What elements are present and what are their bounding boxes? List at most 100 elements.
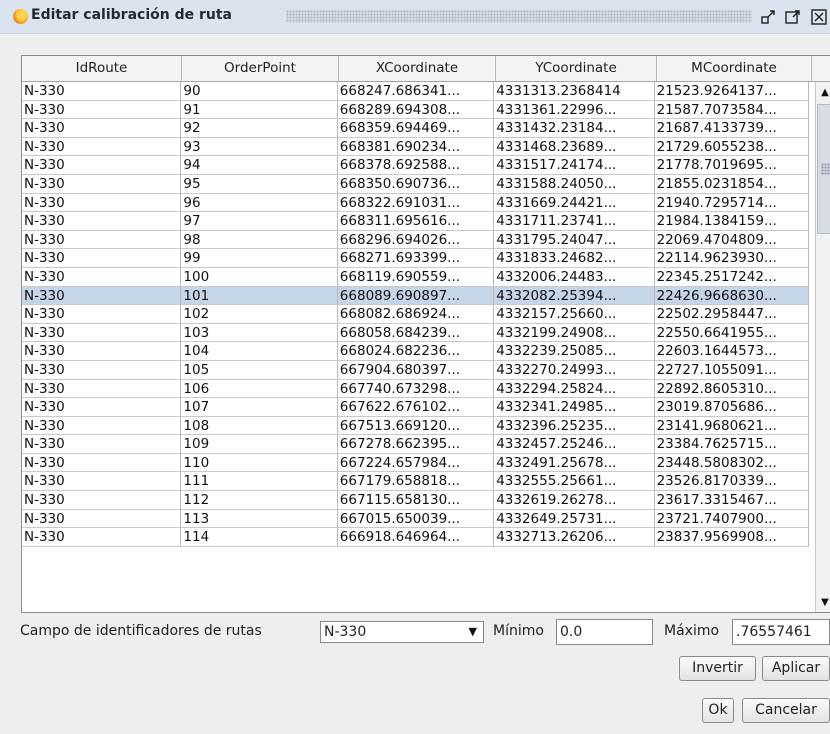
cell-orderpoint[interactable]: 100	[181, 267, 338, 287]
cell-idroute[interactable]: N-330	[22, 267, 182, 287]
table-row[interactable]: N-330 107 667622.676102... 4332341.24985...…	[22, 398, 809, 417]
cell-xcoordinate[interactable]: 667740.673298...	[337, 379, 495, 399]
cell-idroute[interactable]: N-330	[22, 323, 182, 343]
table-row[interactable]: N-330 91 668289.694308... 4331361.22996... 2…	[22, 100, 809, 120]
cell-mcoordinate[interactable]: 23384.7625715...	[654, 435, 809, 454]
cell-ycoordinate[interactable]: 4332270.24993...	[494, 360, 655, 380]
cell-xcoordinate[interactable]: 667179.658818...	[337, 472, 495, 492]
cell-xcoordinate[interactable]: 668024.682236...	[337, 342, 495, 361]
cell-mcoordinate[interactable]: 22114.9623930...	[654, 249, 809, 268]
table-row[interactable]: N-330 109 667278.662395... 4332457.25246...…	[22, 435, 809, 454]
minimize-restore-icon[interactable]	[760, 8, 778, 26]
cell-idroute[interactable]: N-330	[22, 137, 182, 157]
cell-ycoordinate[interactable]: 4331361.22996...	[494, 100, 655, 120]
table-row[interactable]: N-330 99 668271.693399... 4331833.24682... 2…	[22, 249, 809, 268]
cell-mcoordinate[interactable]: 22502.2958447...	[654, 305, 809, 324]
cell-idroute[interactable]: N-330	[22, 491, 182, 510]
cell-idroute[interactable]: N-330	[22, 416, 182, 436]
cell-orderpoint[interactable]: 95	[181, 174, 338, 194]
cell-orderpoint[interactable]: 94	[181, 156, 338, 175]
cell-mcoordinate[interactable]: 21778.7019695...	[654, 156, 809, 175]
column-header-xcoordinate[interactable]: XCoordinate	[339, 56, 496, 81]
table-row[interactable]: N-330 111 667179.658818... 4332555.25661...…	[22, 472, 809, 492]
table-row[interactable]: N-330 110 667224.657984... 4332491.25678...…	[22, 453, 809, 473]
scrollbar-thumb[interactable]	[817, 104, 830, 234]
cell-orderpoint[interactable]: 110	[181, 453, 338, 473]
cell-mcoordinate[interactable]: 22069.4704809...	[654, 230, 809, 250]
table-row[interactable]: N-330 100 668119.690559... 4332006.24483...…	[22, 267, 809, 287]
cell-orderpoint[interactable]: 104	[181, 342, 338, 361]
cell-ycoordinate[interactable]: 4331517.24174...	[494, 156, 655, 175]
table-row[interactable]: N-330 98 668296.694026... 4331795.24047... 2…	[22, 230, 809, 250]
cell-ycoordinate[interactable]: 4332239.25085...	[494, 342, 655, 361]
close-icon[interactable]	[810, 8, 828, 26]
cell-orderpoint[interactable]: 109	[181, 435, 338, 454]
cancel-button[interactable]: Cancelar	[742, 698, 830, 723]
invert-button[interactable]: Invertir	[679, 656, 756, 681]
maximize-icon[interactable]	[784, 8, 802, 26]
table-row[interactable]: N-330 103 668058.684239... 4332199.24908...…	[22, 323, 809, 343]
cell-orderpoint[interactable]: 114	[181, 528, 338, 547]
cell-orderpoint[interactable]: 93	[181, 137, 338, 157]
cell-mcoordinate[interactable]: 22892.8605310...	[654, 379, 809, 399]
cell-idroute[interactable]: N-330	[22, 249, 182, 268]
column-header-mcoordinate[interactable]: MCoordinate	[657, 56, 812, 81]
cell-idroute[interactable]: N-330	[22, 156, 182, 175]
cell-idroute[interactable]: N-330	[22, 305, 182, 324]
table-row[interactable]: N-330 101 668089.690897... 4332082.25394...…	[22, 286, 809, 306]
cell-orderpoint[interactable]: 98	[181, 230, 338, 250]
table-row[interactable]: N-330 102 668082.686924... 4332157.25660...…	[22, 305, 809, 324]
cell-orderpoint[interactable]: 103	[181, 323, 338, 343]
cell-ycoordinate[interactable]: 4332619.26278...	[494, 491, 655, 510]
cell-ycoordinate[interactable]: 4332649.25731...	[494, 509, 655, 529]
cell-xcoordinate[interactable]: 667115.658130...	[337, 491, 495, 510]
table-row[interactable]: N-330 112 667115.658130... 4332619.26278...…	[22, 491, 809, 510]
table-row[interactable]: N-330 108 667513.669120... 4332396.25235...…	[22, 416, 809, 436]
cell-orderpoint[interactable]: 97	[181, 212, 338, 231]
cell-orderpoint[interactable]: 106	[181, 379, 338, 399]
cell-mcoordinate[interactable]: 21984.1384159...	[654, 212, 809, 231]
cell-mcoordinate[interactable]: 21855.0231854...	[654, 174, 809, 194]
cell-idroute[interactable]: N-330	[22, 230, 182, 250]
cell-orderpoint[interactable]: 99	[181, 249, 338, 268]
cell-idroute[interactable]: N-330	[22, 509, 182, 529]
cell-idroute[interactable]: N-330	[22, 212, 182, 231]
cell-orderpoint[interactable]: 113	[181, 509, 338, 529]
cell-ycoordinate[interactable]: 4332457.25246...	[494, 435, 655, 454]
cell-xcoordinate[interactable]: 667015.650039...	[337, 509, 495, 529]
title-drag-grip[interactable]	[286, 10, 752, 23]
table-row[interactable]: N-330 113 667015.650039... 4332649.25731...…	[22, 509, 809, 529]
cell-mcoordinate[interactable]: 21687.4133739...	[654, 119, 809, 138]
cell-xcoordinate[interactable]: 668058.684239...	[337, 323, 495, 343]
table-row[interactable]: N-330 105 667904.680397... 4332270.24993...…	[22, 360, 809, 380]
cell-idroute[interactable]: N-330	[22, 342, 182, 361]
title-bar[interactable]: Editar calibración de ruta	[0, 0, 830, 34]
cell-idroute[interactable]: N-330	[22, 193, 182, 213]
scroll-up-icon[interactable]: ▲	[817, 84, 830, 100]
cell-xcoordinate[interactable]: 667224.657984...	[337, 453, 495, 473]
cell-mcoordinate[interactable]: 23617.3315467...	[654, 491, 809, 510]
cell-idroute[interactable]: N-330	[22, 286, 182, 306]
cell-idroute[interactable]: N-330	[22, 453, 182, 473]
table-row[interactable]: N-330 97 668311.695616... 4331711.23741... 2…	[22, 212, 809, 231]
cell-mcoordinate[interactable]: 21729.6055238...	[654, 137, 809, 157]
cell-xcoordinate[interactable]: 668271.693399...	[337, 249, 495, 268]
chevron-down-icon[interactable]: ▼	[469, 622, 477, 642]
cell-mcoordinate[interactable]: 23526.8170339...	[654, 472, 809, 492]
cell-xcoordinate[interactable]: 666918.646964...	[337, 528, 495, 547]
cell-ycoordinate[interactable]: 4332294.25824...	[494, 379, 655, 399]
table-row[interactable]: N-330 94 668378.692588... 4331517.24174... 2…	[22, 156, 809, 175]
cell-ycoordinate[interactable]: 4331669.24421...	[494, 193, 655, 213]
cell-orderpoint[interactable]: 92	[181, 119, 338, 138]
cell-ycoordinate[interactable]: 4332341.24985...	[494, 398, 655, 417]
cell-xcoordinate[interactable]: 668322.691031...	[337, 193, 495, 213]
cell-mcoordinate[interactable]: 22603.1644573...	[654, 342, 809, 361]
cell-idroute[interactable]: N-330	[22, 100, 182, 120]
cell-mcoordinate[interactable]: 23448.5808302...	[654, 453, 809, 473]
cell-xcoordinate[interactable]: 668359.694469...	[337, 119, 495, 138]
cell-mcoordinate[interactable]: 21587.7073584...	[654, 100, 809, 120]
vertical-scrollbar[interactable]: ▲ ▼	[815, 82, 830, 612]
table-row[interactable]: N-330 93 668381.690234... 4331468.23689... 2…	[22, 137, 809, 157]
cell-orderpoint[interactable]: 91	[181, 100, 338, 120]
cell-ycoordinate[interactable]: 4332199.24908...	[494, 323, 655, 343]
